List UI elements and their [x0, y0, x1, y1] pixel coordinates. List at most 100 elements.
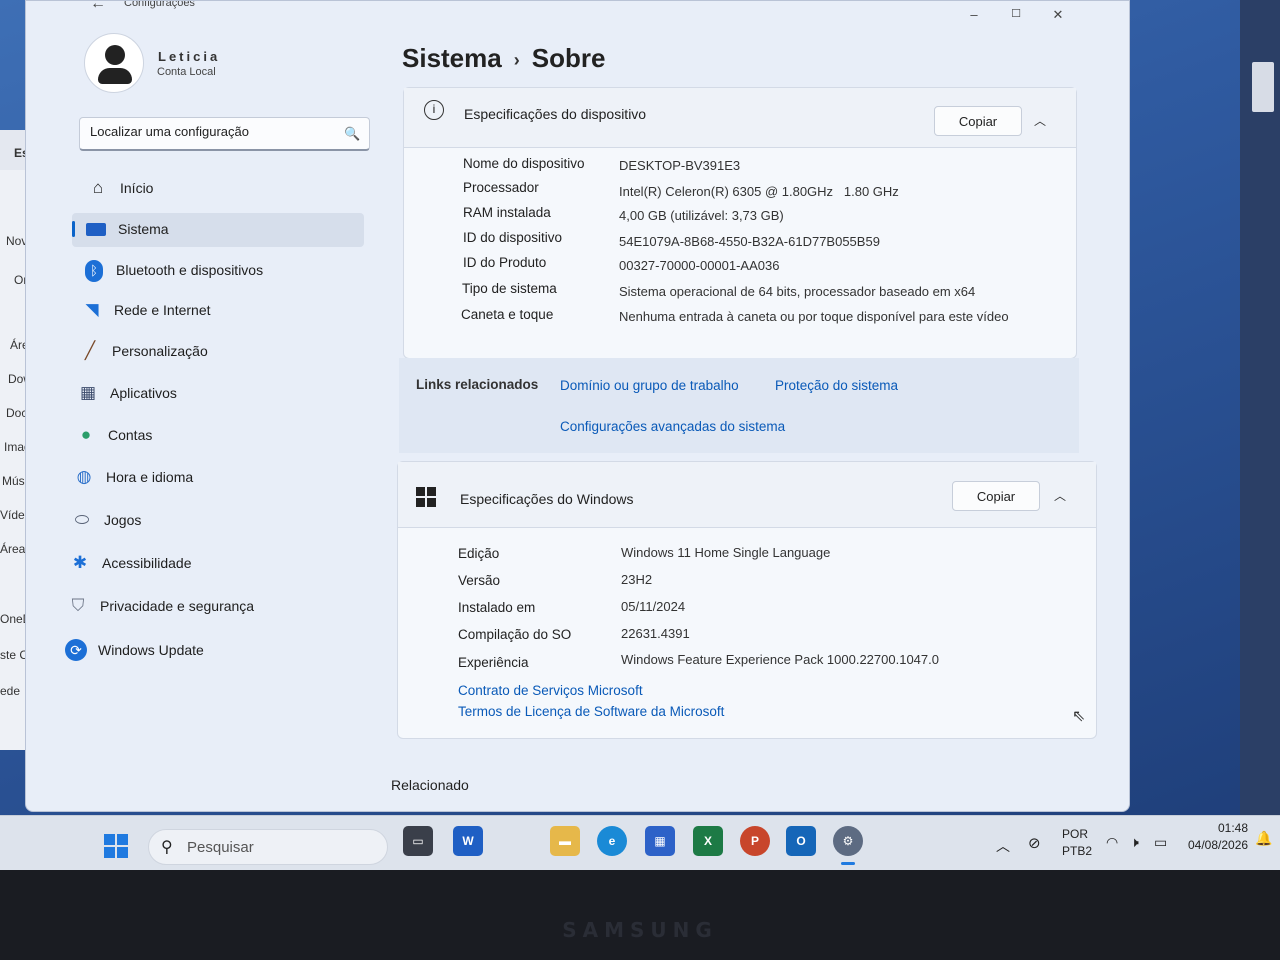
accessibility-icon: ✱: [72, 553, 88, 572]
nav-item-contas[interactable]: ● Contas: [62, 419, 354, 453]
windows-specs-card: Especificações do Windows Copiar ︿ Ediçã…: [397, 461, 1097, 739]
device-specs-card: i Especificações do dispositivo Copiar ︿…: [403, 87, 1077, 359]
spec-label: Instalado em: [458, 600, 536, 615]
system-icon: [84, 218, 108, 240]
shield-icon: ⛉: [71, 596, 85, 615]
file-explorer-icon[interactable]: ▬: [550, 826, 580, 856]
chevron-right-icon: ›: [513, 49, 520, 70]
chevron-up-icon[interactable]: ︿: [1054, 487, 1066, 504]
spec-label: Nome do dispositivo: [463, 156, 585, 171]
nav-label: Início: [120, 180, 154, 196]
advanced-system-settings-link[interactable]: Configurações avançadas do sistema: [560, 419, 785, 434]
system-protection-link[interactable]: Proteção do sistema: [775, 378, 898, 393]
explorer-item[interactable]: ste C: [0, 648, 28, 662]
page-title: Sistema › Sobre: [402, 43, 605, 74]
spec-value: Windows Feature Experience Pack 1000.227…: [621, 652, 939, 667]
powerpoint-icon[interactable]: P: [740, 826, 770, 856]
battery-icon[interactable]: ▭: [1154, 834, 1167, 851]
taskbar-search[interactable]: ⚲ Pesquisar: [148, 829, 388, 865]
spec-value: Sistema operacional de 64 bits, processa…: [619, 284, 976, 299]
minimize-button[interactable]: –: [964, 7, 984, 22]
nav-item-inicio[interactable]: ⌂ Início: [74, 172, 366, 206]
store-icon[interactable]: ▦: [645, 826, 675, 856]
chevron-up-icon[interactable]: ︿: [1034, 112, 1046, 129]
clock-date[interactable]: 04/08/2026: [1188, 838, 1248, 852]
task-view-icon[interactable]: ▭: [403, 826, 433, 856]
nav-item-windows-update[interactable]: ⟳ Windows Update: [52, 634, 344, 668]
spec-label: Tipo de sistema: [462, 281, 557, 296]
related-section-heading: Relacionado: [391, 777, 469, 793]
word-icon[interactable]: W: [453, 826, 483, 856]
explorer-item[interactable]: ede: [0, 684, 20, 698]
search-icon[interactable]: 🔍: [344, 126, 360, 142]
maximize-button[interactable]: ☐: [1006, 7, 1026, 20]
related-links-label: Links relacionados: [416, 377, 539, 392]
spec-label: Processador: [463, 180, 539, 195]
gamepad-icon: ⬭: [74, 510, 90, 529]
nav-item-jogos[interactable]: ⬭ Jogos: [58, 504, 350, 538]
nav-item-hora-idioma[interactable]: ◍ Hora e idioma: [60, 461, 352, 495]
nav-item-acessibilidade[interactable]: ✱ Acessibilidade: [56, 547, 348, 581]
excel-icon[interactable]: X: [693, 826, 723, 856]
close-button[interactable]: ✕: [1048, 7, 1068, 23]
search-icon: ⚲: [161, 839, 173, 856]
nav-label: Rede e Internet: [114, 302, 211, 318]
nav-label: Bluetooth e dispositivos: [116, 262, 264, 278]
wifi-icon[interactable]: ◠: [1106, 834, 1118, 851]
start-button[interactable]: [104, 834, 128, 858]
copy-windows-specs-button[interactable]: Copiar: [952, 481, 1040, 511]
settings-window: ← Configurações – ☐ ✕ Leticia Conta Loca…: [25, 0, 1130, 812]
copy-device-specs-button[interactable]: Copiar: [934, 106, 1022, 136]
spec-label: Experiência: [458, 655, 529, 670]
nav-item-aplicativos[interactable]: ▦ Aplicativos: [64, 377, 356, 411]
spec-label: Caneta e toque: [461, 307, 554, 322]
avatar[interactable]: [84, 33, 144, 93]
related-links-section: Links relacionados Domínio ou grupo de t…: [399, 358, 1079, 453]
volume-icon[interactable]: 🕨: [1130, 834, 1139, 851]
search-input[interactable]: [90, 124, 340, 139]
back-arrow-icon[interactable]: ←: [90, 1, 106, 13]
account-icon: ●: [80, 425, 92, 444]
device-specs-title: Especificações do dispositivo: [464, 106, 647, 122]
edge-icon[interactable]: e: [597, 826, 627, 856]
apps-icon: ▦: [79, 383, 97, 402]
nav-item-rede[interactable]: ◥ Rede e Internet: [68, 294, 360, 328]
chevron-up-icon[interactable]: ︿: [996, 836, 1010, 856]
network-off-icon[interactable]: ⊘: [1028, 834, 1041, 852]
microsoft-license-terms-link[interactable]: Termos de Licença de Software da Microso…: [458, 704, 724, 719]
manufacturer-logo: SAMSUNG: [562, 918, 718, 942]
info-icon: i: [424, 100, 444, 120]
language-indicator[interactable]: POR: [1062, 827, 1088, 841]
user-icon: [105, 45, 125, 65]
outlook-icon[interactable]: O: [786, 826, 816, 856]
settings-gear-icon[interactable]: ⚙: [833, 826, 863, 856]
nav-label: Sistema: [118, 221, 169, 237]
nav-item-privacidade[interactable]: ⛉ Privacidade e segurança: [54, 590, 346, 624]
spec-value: 22631.4391: [621, 626, 690, 641]
domain-workgroup-link[interactable]: Domínio ou grupo de trabalho: [560, 378, 739, 393]
window-title: Configurações: [124, 0, 195, 9]
spec-value: 23H2: [621, 572, 653, 587]
clock-time[interactable]: 01:48: [1218, 821, 1248, 835]
spec-value: Intel(R) Celeron(R) 6305 @ 1.80GHz 1.80 …: [619, 184, 899, 199]
spec-value: 4,00 GB (utilizável: 3,73 GB): [619, 208, 784, 223]
keyboard-layout[interactable]: PTB2: [1062, 844, 1092, 858]
taskbar-search-placeholder: Pesquisar: [187, 839, 254, 856]
settings-search-box[interactable]: 🔍: [79, 117, 370, 151]
spec-label: Edição: [458, 546, 500, 561]
notification-bell-icon[interactable]: 🔔: [1255, 830, 1272, 847]
active-app-indicator: [841, 862, 855, 865]
microsoft-services-agreement-link[interactable]: Contrato de Serviços Microsoft: [458, 683, 643, 698]
nav-item-bluetooth[interactable]: ᛒ Bluetooth e dispositivos: [70, 254, 362, 288]
spec-label: ID do dispositivo: [463, 230, 563, 245]
nav-label: Personalização: [112, 343, 208, 359]
nav-item-personalizacao[interactable]: ╱ Personalização: [66, 335, 358, 369]
spec-label: ID do Produto: [463, 255, 547, 270]
windows-specs-header[interactable]: Especificações do Windows Copiar ︿: [398, 462, 1096, 528]
globe-icon: ◍: [76, 467, 92, 486]
breadcrumb-parent[interactable]: Sistema: [402, 43, 502, 73]
device-specs-header[interactable]: i Especificações do dispositivo Copiar ︿: [404, 88, 1076, 148]
account-type: Conta Local: [157, 66, 216, 78]
screen-bezel: [0, 870, 1280, 960]
nav-item-sistema[interactable]: Sistema: [72, 213, 364, 247]
